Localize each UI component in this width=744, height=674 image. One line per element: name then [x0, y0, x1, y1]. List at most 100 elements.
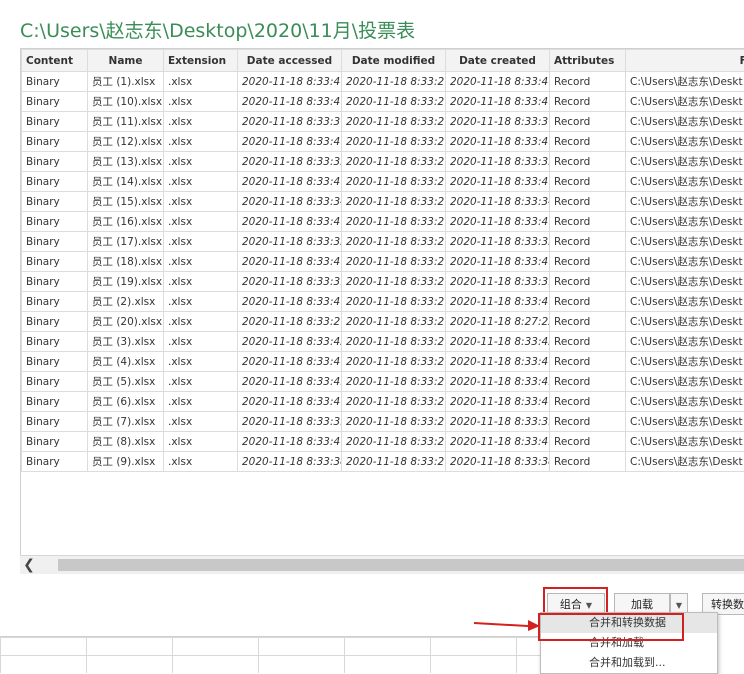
table-row[interactable]: Binary员工 (20).xlsx.xlsx2020-11-18 8:33:2… [22, 312, 744, 332]
horizontal-scrollbar[interactable]: ❮ [20, 555, 744, 574]
table-cell: 2020-11-18 8:33:34 [446, 192, 550, 212]
folder-path-title: C:\Users\赵志东\Desktop\2020\11月\投票表 [20, 17, 415, 45]
table-cell: Binary [22, 412, 88, 432]
table-cell: 2020-11-18 8:27:22 [446, 312, 550, 332]
table-cell: 2020-11-18 8:33:47 [238, 252, 342, 272]
load-button-label: 加载 [631, 598, 653, 611]
table-cell: Binary [22, 172, 88, 192]
table-cell: C:\Users\赵志东\Deskt [626, 452, 744, 472]
table-cell: 2020-11-18 8:33:47 [238, 432, 342, 452]
table-cell: 员工 (1).xlsx [88, 72, 164, 92]
table-cell: .xlsx [164, 112, 238, 132]
table-cell: 2020-11-18 8:33:27 [342, 452, 446, 472]
table-cell: Record [550, 72, 626, 92]
table-cell: C:\Users\赵志东\Deskt [626, 112, 744, 132]
table-cell: Binary [22, 132, 88, 152]
table-row[interactable]: Binary员工 (4).xlsx.xlsx2020-11-18 8:33:47… [22, 352, 744, 372]
table-cell: 员工 (3).xlsx [88, 332, 164, 352]
col-date-modified[interactable]: Date modified [342, 50, 446, 72]
table-cell: 2020-11-18 8:33:47 [446, 92, 550, 112]
table-cell: 2020-11-18 8:33:43 [238, 332, 342, 352]
table-cell: 2020-11-18 8:33:37 [238, 112, 342, 132]
table-row[interactable]: Binary员工 (2).xlsx.xlsx2020-11-18 8:33:47… [22, 292, 744, 312]
col-date-accessed[interactable]: Date accessed [238, 50, 342, 72]
table-row[interactable]: Binary员工 (13).xlsx.xlsx2020-11-18 8:33:3… [22, 152, 744, 172]
scroll-thumb[interactable] [58, 559, 744, 571]
table-cell: Record [550, 292, 626, 312]
table-cell: 2020-11-18 8:33:27 [342, 72, 446, 92]
table-row[interactable]: Binary员工 (14).xlsx.xlsx2020-11-18 8:33:4… [22, 172, 744, 192]
table-row[interactable]: Binary员工 (3).xlsx.xlsx2020-11-18 8:33:43… [22, 332, 744, 352]
table-row[interactable]: Binary员工 (16).xlsx.xlsx2020-11-18 8:33:4… [22, 212, 744, 232]
table-cell: 2020-11-18 8:33:31 [238, 272, 342, 292]
table-cell: 2020-11-18 8:33:47 [238, 212, 342, 232]
table-cell: 2020-11-18 8:33:38 [446, 452, 550, 472]
table-cell: Record [550, 312, 626, 332]
table-row[interactable]: Binary员工 (19).xlsx.xlsx2020-11-18 8:33:3… [22, 272, 744, 292]
table-row[interactable]: Binary员工 (7).xlsx.xlsx2020-11-18 8:33:39… [22, 412, 744, 432]
table-cell: C:\Users\赵志东\Deskt [626, 92, 744, 112]
table-cell: Binary [22, 252, 88, 272]
table-cell: 2020-11-18 8:33:47 [238, 72, 342, 92]
table-row[interactable]: Binary员工 (5).xlsx.xlsx2020-11-18 8:33:41… [22, 372, 744, 392]
scroll-left-icon[interactable]: ❮ [20, 556, 38, 574]
table-cell: Record [550, 352, 626, 372]
col-extension[interactable]: Extension [164, 50, 238, 72]
table-cell: C:\Users\赵志东\Deskt [626, 72, 744, 92]
table-row[interactable]: Binary员工 (6).xlsx.xlsx2020-11-18 8:33:47… [22, 392, 744, 412]
arrow-right-icon [472, 618, 542, 632]
table-cell: Record [550, 192, 626, 212]
col-content[interactable]: Content [22, 50, 88, 72]
table-cell: Binary [22, 432, 88, 452]
table-cell: 2020-11-18 8:33:27 [342, 192, 446, 212]
col-date-created[interactable]: Date created [446, 50, 550, 72]
table-row[interactable]: Binary员工 (9).xlsx.xlsx2020-11-18 8:33:38… [22, 452, 744, 472]
table-cell: 2020-11-18 8:33:27 [342, 232, 446, 252]
col-name[interactable]: Name [88, 50, 164, 72]
table-cell: .xlsx [164, 292, 238, 312]
table-cell: Record [550, 252, 626, 272]
table-cell: Binary [22, 292, 88, 312]
table-cell: .xlsx [164, 372, 238, 392]
table-row[interactable]: Binary员工 (15).xlsx.xlsx2020-11-18 8:33:3… [22, 192, 744, 212]
table-cell: .xlsx [164, 92, 238, 112]
table-cell: 2020-11-18 8:33:35 [446, 152, 550, 172]
table-row[interactable]: Binary员工 (1).xlsx.xlsx2020-11-18 8:33:47… [22, 72, 744, 92]
table-cell: .xlsx [164, 352, 238, 372]
table-row[interactable]: Binary员工 (8).xlsx.xlsx2020-11-18 8:33:47… [22, 432, 744, 452]
table-cell: 2020-11-18 8:33:47 [446, 72, 550, 92]
table-cell: .xlsx [164, 432, 238, 452]
table-cell: Record [550, 92, 626, 112]
table-cell: 员工 (15).xlsx [88, 192, 164, 212]
table-cell: .xlsx [164, 392, 238, 412]
table-cell: 2020-11-18 8:33:47 [238, 352, 342, 372]
table-cell: 2020-11-18 8:33:27 [342, 252, 446, 272]
table-cell: Binary [22, 112, 88, 132]
table-row[interactable]: Binary员工 (12).xlsx.xlsx2020-11-18 8:33:4… [22, 132, 744, 152]
table-row[interactable]: Binary员工 (10).xlsx.xlsx2020-11-18 8:33:4… [22, 92, 744, 112]
menu-item-combine-load-to[interactable]: 合并和加载到... [541, 653, 717, 673]
table-cell: 2020-11-18 8:33:27 [342, 312, 446, 332]
table-cell: 2020-11-18 8:33:37 [446, 112, 550, 132]
table-cell: 2020-11-18 8:33:47 [446, 292, 550, 312]
table-row[interactable]: Binary员工 (17).xlsx.xlsx2020-11-18 8:33:3… [22, 232, 744, 252]
table-cell: 2020-11-18 8:33:47 [238, 132, 342, 152]
table-cell: Binary [22, 352, 88, 372]
table-cell: .xlsx [164, 252, 238, 272]
table-cell: 员工 (16).xlsx [88, 212, 164, 232]
table-cell: Record [550, 452, 626, 472]
col-attributes[interactable]: Attributes [550, 50, 626, 72]
table-cell: 员工 (11).xlsx [88, 112, 164, 132]
table-cell: Record [550, 172, 626, 192]
table-cell: .xlsx [164, 312, 238, 332]
table-cell: 2020-11-18 8:33:27 [342, 332, 446, 352]
col-folder[interactable]: Folder [626, 50, 744, 72]
table-cell: .xlsx [164, 232, 238, 252]
header-row: Content Name Extension Date accessed Dat… [22, 50, 744, 72]
table-cell: Record [550, 412, 626, 432]
table-cell: Binary [22, 372, 88, 392]
table-cell: Binary [22, 152, 88, 172]
table-cell: Binary [22, 72, 88, 92]
table-row[interactable]: Binary员工 (18).xlsx.xlsx2020-11-18 8:33:4… [22, 252, 744, 272]
table-row[interactable]: Binary员工 (11).xlsx.xlsx2020-11-18 8:33:3… [22, 112, 744, 132]
